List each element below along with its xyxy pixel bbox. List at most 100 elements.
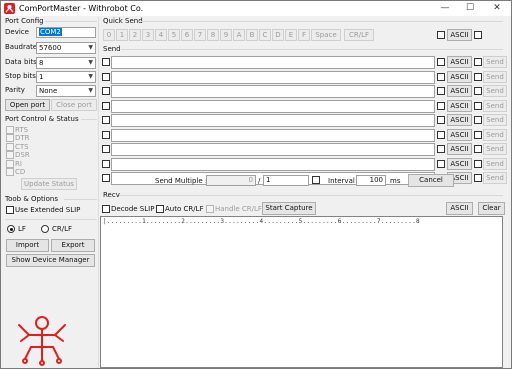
quick-send-ascii-checkbox[interactable] xyxy=(437,31,445,39)
send-row-checkbox[interactable] xyxy=(102,130,110,139)
send-row-input[interactable] xyxy=(111,56,435,69)
send-row-ascii-button[interactable]: ASCII xyxy=(447,143,472,155)
clear-button[interactable]: Clear xyxy=(478,202,505,215)
recv-text-area[interactable]: |.........1.........2.........3.........… xyxy=(100,216,503,368)
send-row-ascii-button[interactable]: ASCII xyxy=(447,56,472,68)
quick-send-key[interactable]: 3 xyxy=(142,29,154,41)
send-row-checkbox[interactable] xyxy=(102,58,110,66)
send-row-send-button[interactable]: Send xyxy=(483,128,507,141)
send-row-ascii-button[interactable]: ASCII xyxy=(447,99,472,112)
send-row-input[interactable] xyxy=(111,157,435,171)
quick-send-key[interactable]: 5 xyxy=(168,29,180,41)
send-row-send-button[interactable]: Send xyxy=(483,85,507,97)
lf-radio[interactable] xyxy=(7,225,15,233)
send-row-option-checkbox[interactable] xyxy=(474,130,482,139)
extended-slip-checkbox[interactable] xyxy=(6,206,14,214)
quick-send-extra-checkbox[interactable] xyxy=(474,31,482,39)
quick-send-key[interactable]: 6 xyxy=(181,29,193,41)
parity-select[interactable]: None ▼ xyxy=(36,85,96,97)
send-row-checkbox[interactable] xyxy=(102,116,110,124)
send-row-input[interactable] xyxy=(111,85,435,98)
cancel-button[interactable]: Cancel xyxy=(408,174,454,187)
quick-send-key[interactable]: 4 xyxy=(155,29,167,41)
send-row-ascii-checkbox[interactable] xyxy=(437,72,445,81)
send-row-input[interactable] xyxy=(111,143,435,156)
recv-ascii-button[interactable]: ASCII xyxy=(446,202,473,215)
send-row-ascii-checkbox[interactable] xyxy=(437,130,445,139)
send-row-ascii-checkbox[interactable] xyxy=(437,145,445,153)
send-multiple-total[interactable]: 1 xyxy=(263,175,309,186)
send-row-option-checkbox[interactable] xyxy=(474,87,482,95)
send-row-input[interactable] xyxy=(111,99,435,113)
send-row-ascii-button[interactable]: ASCII xyxy=(447,128,472,141)
send-row-option-checkbox[interactable] xyxy=(474,174,482,182)
send-row-send-button[interactable]: Send xyxy=(483,157,507,170)
send-row-ascii-button[interactable]: ASCII xyxy=(447,114,472,126)
crlf-radio[interactable] xyxy=(41,225,49,233)
export-button[interactable]: Export xyxy=(51,239,95,252)
quick-send-key[interactable]: Space xyxy=(311,29,341,41)
stopbits-select[interactable]: 1 ▼ xyxy=(36,71,96,83)
baudrate-select[interactable]: 57600 ▼ xyxy=(36,42,96,54)
maximize-button[interactable]: ☐ xyxy=(460,1,480,16)
import-button[interactable]: Import xyxy=(6,239,49,252)
update-status-button[interactable]: Update Status xyxy=(21,178,77,190)
rts-checkbox[interactable] xyxy=(6,126,14,134)
auto-crlf-checkbox[interactable] xyxy=(156,205,164,213)
send-row-checkbox[interactable] xyxy=(102,145,110,153)
dtr-checkbox[interactable] xyxy=(6,134,14,142)
databits-select[interactable]: 8 ▼ xyxy=(36,57,96,69)
send-row-option-checkbox[interactable] xyxy=(474,116,482,124)
send-row-option-checkbox[interactable] xyxy=(474,58,482,66)
send-multiple-checkbox[interactable] xyxy=(312,176,320,184)
send-row-ascii-checkbox[interactable] xyxy=(437,159,445,168)
quick-send-key[interactable]: C xyxy=(259,29,271,41)
start-capture-button[interactable]: Start Capture xyxy=(262,202,316,215)
send-row-ascii-checkbox[interactable] xyxy=(437,87,445,95)
quick-send-key[interactable]: A xyxy=(233,29,245,41)
show-device-manager-button[interactable]: Show Device Manager xyxy=(6,254,95,267)
send-row-send-button[interactable]: Send xyxy=(483,143,507,155)
send-row-ascii-checkbox[interactable] xyxy=(437,101,445,110)
quick-send-key[interactable]: B xyxy=(246,29,258,41)
close-port-button[interactable]: Close port xyxy=(51,99,97,111)
quick-send-key[interactable]: 1 xyxy=(116,29,128,41)
decode-slip-checkbox[interactable] xyxy=(102,205,110,213)
quick-send-key[interactable]: E xyxy=(285,29,297,41)
send-row-option-checkbox[interactable] xyxy=(474,145,482,153)
send-row-option-checkbox[interactable] xyxy=(474,72,482,81)
quick-send-key[interactable]: 8 xyxy=(207,29,219,41)
send-row-ascii-button[interactable]: ASCII xyxy=(447,157,472,170)
open-port-button[interactable]: Open port xyxy=(5,99,50,111)
send-row-ascii-checkbox[interactable] xyxy=(437,58,445,66)
quick-send-key[interactable]: D xyxy=(272,29,284,41)
send-row-ascii-button[interactable]: ASCII xyxy=(447,70,472,83)
send-row-checkbox[interactable] xyxy=(102,159,110,168)
send-row-ascii-checkbox[interactable] xyxy=(437,116,445,124)
send-row-ascii-button[interactable]: ASCII xyxy=(447,85,472,97)
quick-send-key[interactable]: 0 xyxy=(103,29,115,41)
quick-send-ascii-button[interactable]: ASCII xyxy=(447,29,472,41)
send-row-input[interactable] xyxy=(111,70,435,84)
quick-send-key[interactable]: CR/LF xyxy=(344,29,374,41)
quick-send-key[interactable]: 9 xyxy=(220,29,232,41)
interval-field[interactable]: 100 xyxy=(356,175,386,186)
send-row-input[interactable] xyxy=(111,128,435,142)
close-button[interactable]: ✕ xyxy=(487,1,507,16)
send-row-send-button[interactable]: Send xyxy=(483,114,507,126)
send-row-send-button[interactable]: Send xyxy=(483,172,507,184)
send-row-send-button[interactable]: Send xyxy=(483,99,507,112)
send-row-option-checkbox[interactable] xyxy=(474,159,482,168)
send-row-checkbox[interactable] xyxy=(102,87,110,95)
send-row-send-button[interactable]: Send xyxy=(483,56,507,68)
send-row-option-checkbox[interactable] xyxy=(474,101,482,110)
send-row-checkbox[interactable] xyxy=(102,174,110,182)
device-field[interactable]: COM2 xyxy=(36,27,96,38)
send-row-checkbox[interactable] xyxy=(102,101,110,110)
minimize-button[interactable]: — xyxy=(435,1,455,16)
send-row-checkbox[interactable] xyxy=(102,72,110,81)
send-row-input[interactable] xyxy=(111,114,435,127)
quick-send-key[interactable]: F xyxy=(298,29,310,41)
send-row-send-button[interactable]: Send xyxy=(483,70,507,83)
quick-send-key[interactable]: 2 xyxy=(129,29,141,41)
